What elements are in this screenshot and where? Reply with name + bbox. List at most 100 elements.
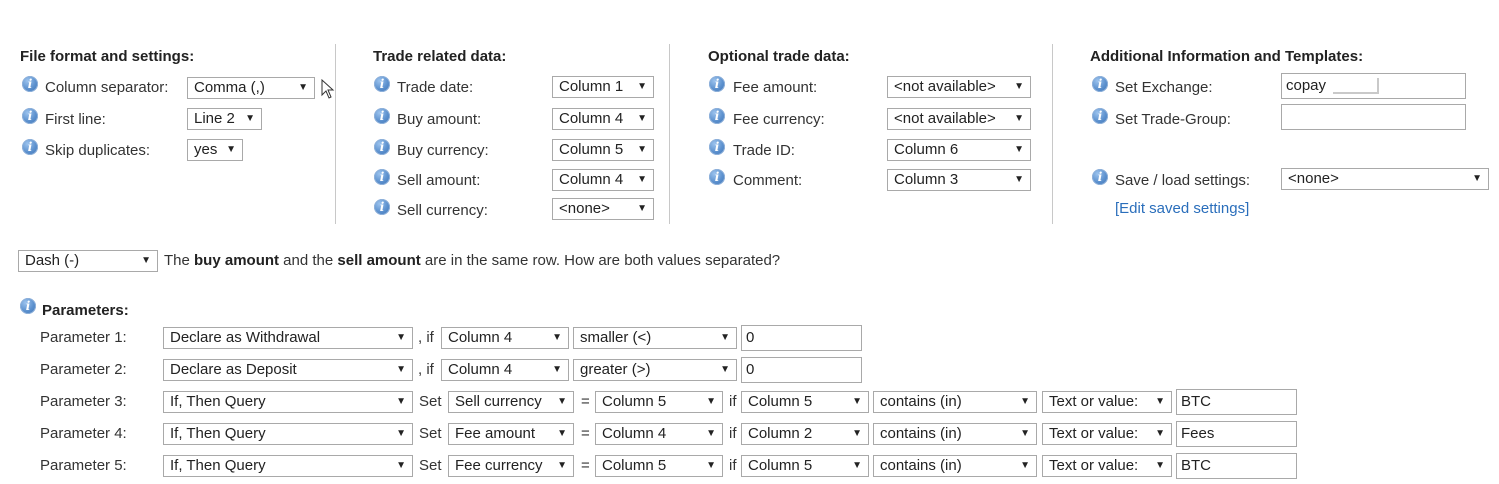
parameter-2-column-select[interactable]: Column 4 ▼ [441, 359, 569, 381]
info-icon[interactable]: i [709, 108, 725, 124]
fee-currency-select[interactable]: <not available> ▼ [887, 108, 1031, 130]
edit-saved-settings-link[interactable]: [Edit saved settings] [1115, 198, 1249, 220]
sell-amount-select[interactable]: Column 4 ▼ [552, 169, 654, 191]
column-separator-select[interactable]: Comma (,) ▼ [187, 77, 315, 99]
info-icon[interactable]: i [374, 76, 390, 92]
parameter-3-equals-select[interactable]: Column 5 ▼ [595, 391, 723, 413]
trade-date-select[interactable]: Column 1 ▼ [552, 76, 654, 98]
info-icon[interactable]: i [22, 139, 38, 155]
info-icon[interactable]: i [709, 76, 725, 92]
parameter-1-value-input[interactable]: 0 [741, 325, 862, 351]
dropdown-arrow-icon: ▼ [1014, 81, 1024, 92]
sell-currency-select[interactable]: <none> ▼ [552, 198, 654, 220]
dropdown-arrow-icon: ▼ [557, 460, 567, 471]
parameter-4-operator-select[interactable]: contains (in) ▼ [873, 423, 1037, 445]
dropdown-arrow-icon: ▼ [852, 396, 862, 407]
sell-amount-label: Sell amount: [397, 172, 481, 189]
parameter-3-type-select[interactable]: Text or value: ▼ [1042, 391, 1172, 413]
if-text: if [729, 457, 737, 474]
info-icon[interactable]: i [20, 298, 36, 314]
parameter-4-if-column-select[interactable]: Column 2 ▼ [741, 423, 869, 445]
parameter-1-operator-select[interactable]: smaller (<) ▼ [573, 327, 737, 349]
autocomplete-hint [1333, 78, 1380, 95]
info-icon[interactable]: i [374, 199, 390, 215]
dropdown-arrow-icon: ▼ [1014, 174, 1024, 185]
parameter-4-value-input[interactable]: Fees [1176, 421, 1297, 447]
info-icon[interactable]: i [709, 139, 725, 155]
parameter-5-equals-select[interactable]: Column 5 ▼ [595, 455, 723, 477]
trade-id-select[interactable]: Column 6 ▼ [887, 139, 1031, 161]
parameter-2-operator-select[interactable]: greater (>) ▼ [573, 359, 737, 381]
info-icon[interactable]: i [1092, 76, 1108, 92]
set-exchange-input[interactable]: copay [1281, 73, 1466, 99]
info-icon[interactable]: i [1092, 108, 1108, 124]
fee-amount-select[interactable]: <not available> ▼ [887, 76, 1031, 98]
dropdown-arrow-icon: ▼ [1155, 460, 1165, 471]
dropdown-arrow-icon: ▼ [1014, 113, 1024, 124]
dropdown-arrow-icon: ▼ [1014, 144, 1024, 155]
comment-label: Comment: [733, 172, 803, 189]
parameter-4-type-select[interactable]: Text or value: ▼ [1042, 423, 1172, 445]
section-divider [669, 44, 670, 224]
parameter-5-label: Parameter 5: [40, 457, 127, 474]
dropdown-arrow-icon: ▼ [557, 428, 567, 439]
parameter-3-set-select[interactable]: Sell currency ▼ [448, 391, 574, 413]
dropdown-arrow-icon: ▼ [1020, 460, 1030, 471]
buy-currency-select[interactable]: Column 5 ▼ [552, 139, 654, 161]
file-format-heading: File format and settings: [20, 48, 195, 65]
first-line-select[interactable]: Line 2 ▼ [187, 108, 262, 130]
parameter-1-label: Parameter 1: [40, 329, 127, 346]
info-icon[interactable]: i [22, 76, 38, 92]
dropdown-arrow-icon: ▼ [852, 428, 862, 439]
dropdown-arrow-icon: ▼ [552, 332, 562, 343]
parameter-3-if-column-select[interactable]: Column 5 ▼ [741, 391, 869, 413]
save-load-select[interactable]: <none> ▼ [1281, 168, 1489, 190]
parameter-4-action-select[interactable]: If, Then Query ▼ [163, 423, 413, 445]
parameter-5-operator-select[interactable]: contains (in) ▼ [873, 455, 1037, 477]
if-text: if [729, 425, 737, 442]
save-load-label: Save / load settings: [1115, 172, 1251, 189]
parameter-1-action-select[interactable]: Declare as Withdrawal ▼ [163, 327, 413, 349]
dropdown-arrow-icon: ▼ [637, 81, 647, 92]
dropdown-arrow-icon: ▼ [396, 364, 406, 375]
skip-duplicates-select[interactable]: yes ▼ [187, 139, 243, 161]
dropdown-arrow-icon: ▼ [637, 203, 647, 214]
parameter-4-set-select[interactable]: Fee amount ▼ [448, 423, 574, 445]
parameter-2-label: Parameter 2: [40, 361, 127, 378]
value-separator-select[interactable]: Dash (-) ▼ [18, 250, 158, 272]
parameter-2-value-input[interactable]: 0 [741, 357, 862, 383]
parameter-2-action-select[interactable]: Declare as Deposit ▼ [163, 359, 413, 381]
parameter-5-action-select[interactable]: If, Then Query ▼ [163, 455, 413, 477]
parameter-5-set-select[interactable]: Fee currency ▼ [448, 455, 574, 477]
buy-amount-select[interactable]: Column 4 ▼ [552, 108, 654, 130]
parameter-5-value-input[interactable]: BTC [1176, 453, 1297, 479]
dropdown-arrow-icon: ▼ [706, 396, 716, 407]
set-text: Set [419, 393, 442, 410]
info-icon[interactable]: i [374, 139, 390, 155]
first-line-label: First line: [45, 111, 106, 128]
dropdown-arrow-icon: ▼ [1020, 428, 1030, 439]
set-trade-group-input[interactable] [1281, 104, 1466, 130]
dropdown-arrow-icon: ▼ [1020, 396, 1030, 407]
parameter-3-value-input[interactable]: BTC [1176, 389, 1297, 415]
info-icon[interactable]: i [374, 169, 390, 185]
dropdown-arrow-icon: ▼ [637, 113, 647, 124]
info-icon[interactable]: i [22, 108, 38, 124]
buy-amount-label: Buy amount: [397, 111, 482, 128]
parameter-5-if-column-select[interactable]: Column 5 ▼ [741, 455, 869, 477]
optional-data-heading: Optional trade data: [708, 48, 850, 65]
fee-amount-label: Fee amount: [733, 79, 818, 96]
parameter-3-operator-select[interactable]: contains (in) ▼ [873, 391, 1037, 413]
parameter-1-column-select[interactable]: Column 4 ▼ [441, 327, 569, 349]
info-icon[interactable]: i [374, 108, 390, 124]
parameter-4-equals-select[interactable]: Column 4 ▼ [595, 423, 723, 445]
parameter-5-type-select[interactable]: Text or value: ▼ [1042, 455, 1172, 477]
parameter-3-action-select[interactable]: If, Then Query ▼ [163, 391, 413, 413]
info-icon[interactable]: i [1092, 169, 1108, 185]
info-icon[interactable]: i [709, 169, 725, 185]
comment-select[interactable]: Column 3 ▼ [887, 169, 1031, 191]
fee-currency-label: Fee currency: [733, 111, 825, 128]
dropdown-arrow-icon: ▼ [706, 460, 716, 471]
set-exchange-label: Set Exchange: [1115, 79, 1213, 96]
dropdown-arrow-icon: ▼ [720, 364, 730, 375]
